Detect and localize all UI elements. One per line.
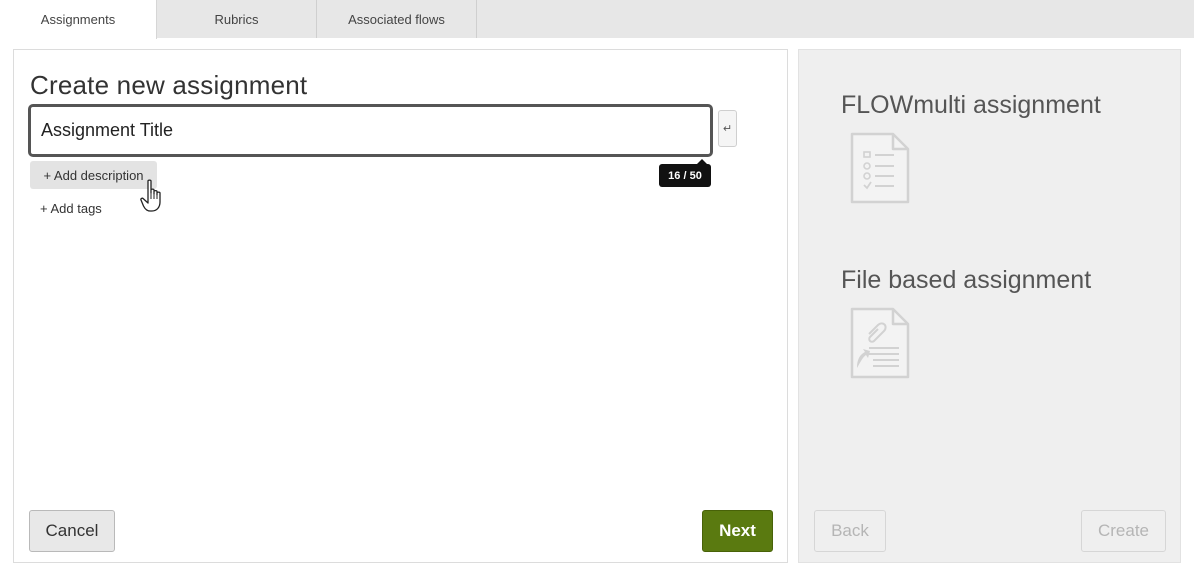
hand-cursor-icon	[140, 179, 161, 212]
add-description-button[interactable]: + Add description	[30, 161, 157, 189]
create-assignment-panel: Create new assignment ↵ 16 / 50 + Add de…	[13, 49, 788, 563]
checklist-document-icon	[850, 132, 910, 204]
assignment-type-panel: FLOWmulti assignment File based assignme…	[798, 49, 1181, 563]
file-based-assignment-option[interactable]: File based assignment	[841, 266, 1091, 295]
char-counter-tooltip: 16 / 50	[659, 159, 711, 187]
tab-assignments[interactable]: Assignments	[0, 0, 157, 39]
attachment-document-icon	[850, 307, 910, 379]
add-tags-button[interactable]: + Add tags	[40, 201, 102, 216]
flowmulti-assignment-option[interactable]: FLOWmulti assignment	[841, 91, 1101, 120]
tab-rubrics[interactable]: Rubrics	[157, 0, 317, 38]
create-button[interactable]: Create	[1081, 510, 1166, 552]
tab-bar: Assignments Rubrics Associated flows	[0, 0, 1194, 39]
next-button[interactable]: Next	[702, 510, 773, 552]
back-button[interactable]: Back	[814, 510, 886, 552]
enter-icon: ↵	[722, 123, 733, 135]
enter-button[interactable]: ↵	[718, 110, 737, 147]
assignment-title-input[interactable]	[31, 107, 710, 154]
title-input-wrapper	[28, 104, 713, 157]
tab-associated-flows[interactable]: Associated flows	[317, 0, 477, 38]
cancel-button[interactable]: Cancel	[29, 510, 115, 552]
page-title: Create new assignment	[30, 70, 308, 100]
